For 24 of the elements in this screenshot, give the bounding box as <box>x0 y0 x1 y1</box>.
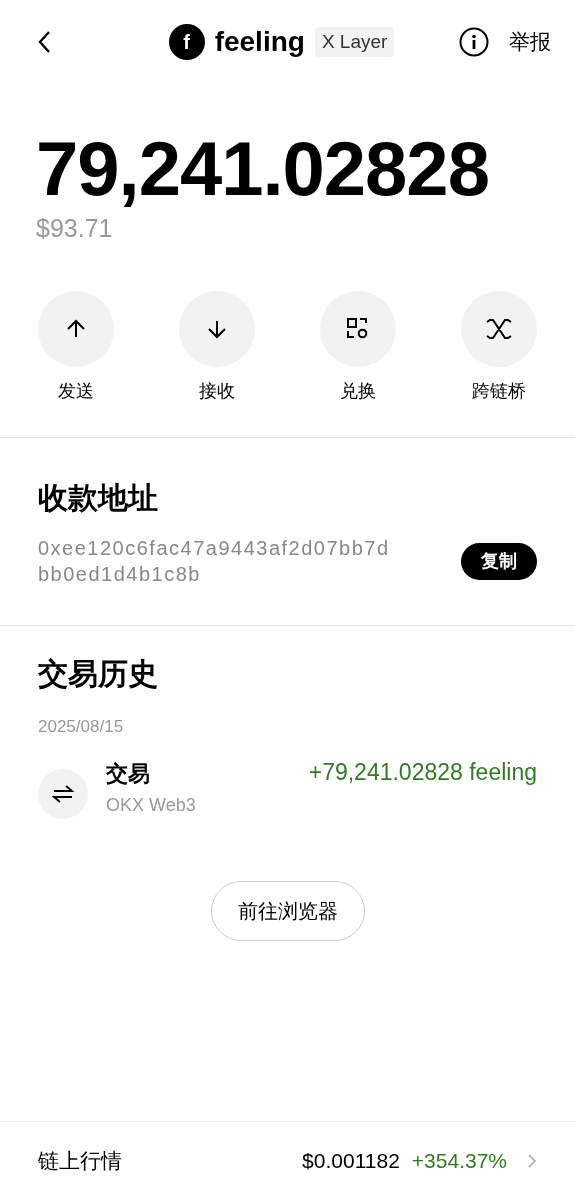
transaction-source: OKX Web3 <box>106 795 197 816</box>
copy-button[interactable]: 复制 <box>461 542 537 580</box>
action-label: 接收 <box>199 380 235 403</box>
transaction-title: 交易 <box>106 760 151 788</box>
token-name: feeling <box>214 26 305 58</box>
info-icon[interactable] <box>459 27 489 57</box>
action-label: 发送 <box>58 380 94 403</box>
balance-amount: 79,241.02828 <box>36 126 490 212</box>
wallet-address: 0xee120c6fac47a9443af2d07bb7dbb0ed1d4b1c8b <box>38 536 391 587</box>
transaction-amount: +79,241.02828 feeling <box>308 759 537 786</box>
explorer-button[interactable]: 前往浏览器 <box>210 881 365 941</box>
price-change: +354.37% <box>411 1149 507 1173</box>
token-logo: f <box>168 24 205 60</box>
section-title: 交易历史 <box>38 656 159 692</box>
transaction-date: 2025/08/15 <box>38 717 125 737</box>
exchange-arrows-icon <box>52 785 74 803</box>
network-tag: X Layer <box>314 27 395 57</box>
action-label: 跨链桥 <box>472 380 526 403</box>
action-label: 兑换 <box>340 380 376 403</box>
market-label: 链上行情 <box>38 1148 123 1174</box>
token-price: $0.001182 <box>302 1149 400 1173</box>
fiat-value: $93.71 <box>36 214 114 243</box>
section-title: 收款地址 <box>38 480 159 516</box>
report-link[interactable]: 举报 <box>509 28 551 56</box>
